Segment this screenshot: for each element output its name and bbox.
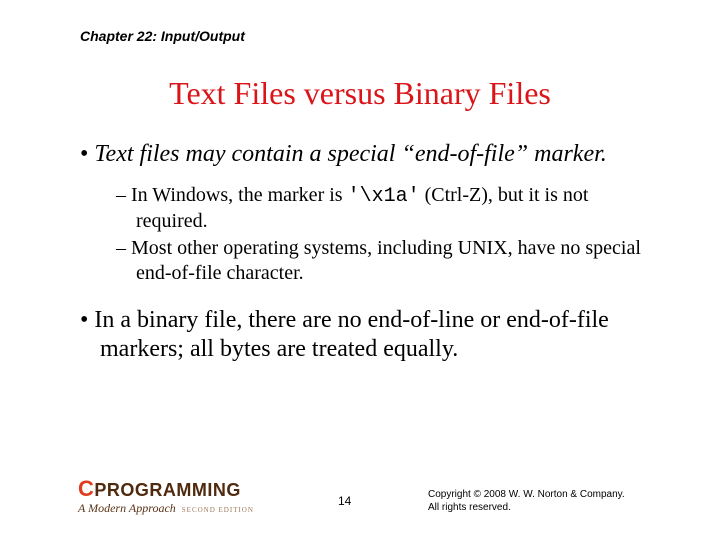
slide-title: Text Files versus Binary Files: [0, 75, 720, 112]
chapter-header: Chapter 22: Input/Output: [80, 28, 245, 44]
sub1-pre: In Windows, the marker is: [131, 184, 348, 206]
copyright-line-2: All rights reserved.: [428, 501, 625, 514]
logo-subtitle: A Modern Approach SECOND EDITION: [78, 502, 254, 514]
footer: CPROGRAMMING A Modern Approach SECOND ED…: [78, 470, 650, 520]
sub1-code: '\x1a': [348, 185, 420, 208]
logo-edition: SECOND EDITION: [182, 506, 254, 514]
sub-bullet-1: In Windows, the marker is '\x1a' (Ctrl-Z…: [116, 183, 650, 234]
logo-main: CPROGRAMMING: [78, 478, 254, 500]
logo-programming: PROGRAMMING: [94, 481, 241, 499]
copyright-line-1: Copyright © 2008 W. W. Norton & Company.: [428, 488, 625, 501]
bullet-item-1: Text files may contain a special “end-of…: [80, 140, 650, 169]
sub-bullet-list: In Windows, the marker is '\x1a' (Ctrl-Z…: [116, 183, 650, 286]
sub-bullet-2: Most other operating systems, including …: [116, 236, 650, 286]
copyright: Copyright © 2008 W. W. Norton & Company.…: [428, 488, 625, 514]
book-logo: CPROGRAMMING A Modern Approach SECOND ED…: [78, 478, 254, 514]
bullet-item-2: In a binary file, there are no end-of-li…: [80, 306, 650, 364]
page-number: 14: [338, 494, 351, 508]
logo-letter-c: C: [78, 478, 94, 500]
content-area: Text files may contain a special “end-of…: [80, 140, 650, 363]
logo-sub-text: A Modern Approach: [78, 501, 176, 515]
